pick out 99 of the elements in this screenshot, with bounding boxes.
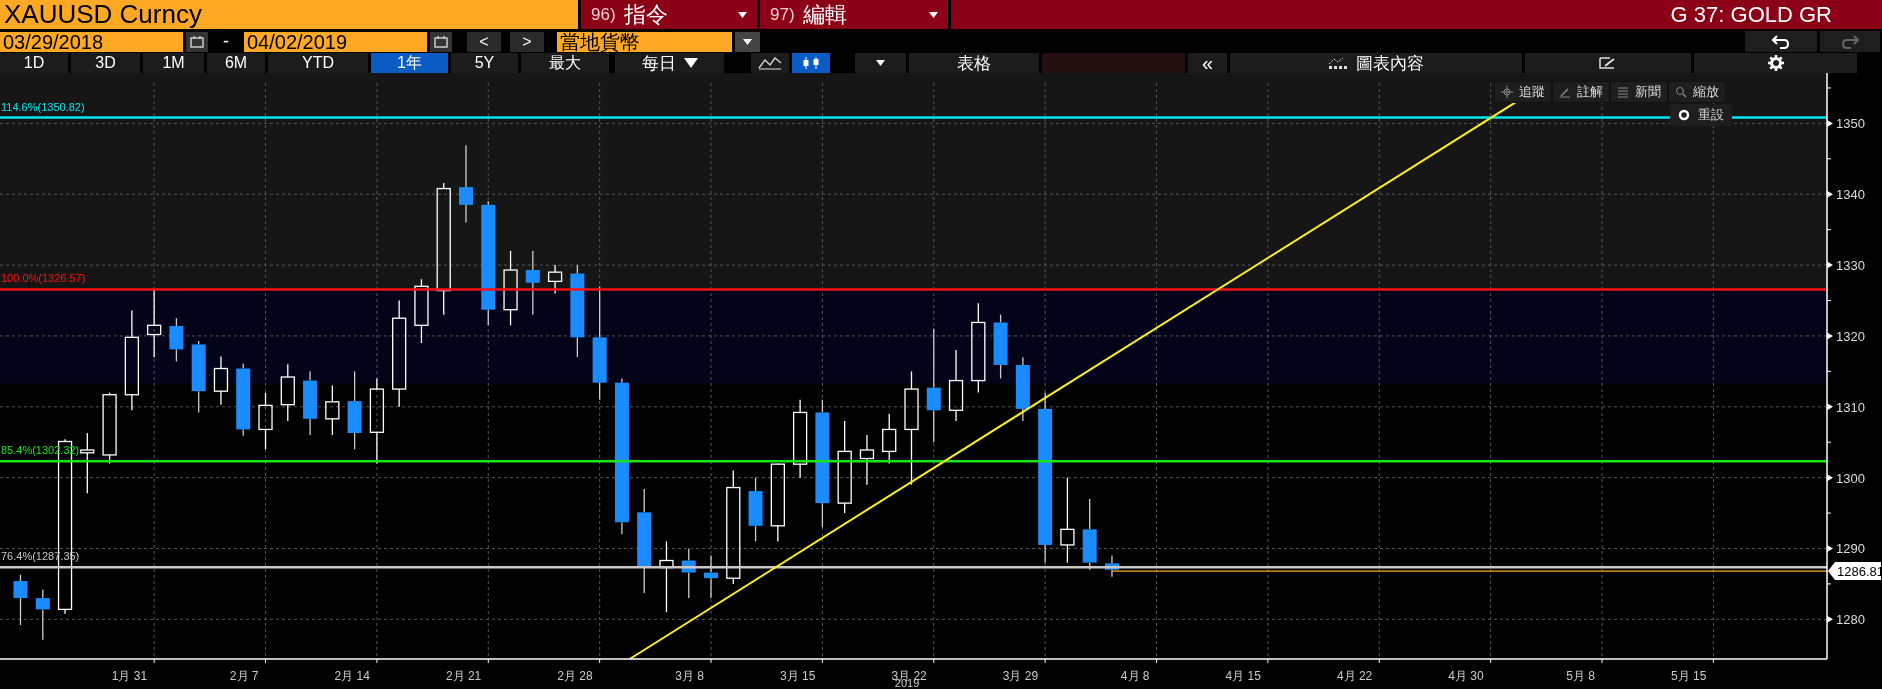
y-tick-label: 1310: [1836, 399, 1865, 415]
period-tab[interactable]: 5Y: [451, 53, 518, 73]
caret-icon: [683, 58, 698, 68]
candlestick: [547, 264, 563, 295]
candlestick: [882, 413, 897, 465]
candlestick: [859, 434, 875, 486]
x-tick-label: 3月 15: [780, 669, 816, 683]
x-tick-label: 2月 7: [229, 669, 259, 683]
x-tick-label: 2月 28: [557, 669, 593, 683]
candlestick: [280, 363, 295, 422]
period-tab[interactable]: YTD: [268, 53, 368, 73]
period-tab[interactable]: 1年: [371, 53, 448, 73]
x-tick-label: 4月 8: [1120, 669, 1150, 683]
y-tick-label: 1320: [1836, 328, 1865, 344]
news-tool-button[interactable]: 新聞: [1611, 82, 1667, 102]
candlestick: [80, 432, 95, 494]
x-tick-label: 4月 22: [1336, 669, 1373, 683]
x-tick-label: 5月 8: [1566, 669, 1595, 683]
security-title: XAUUSD Curncy: [0, 0, 578, 29]
candlestick: [169, 317, 184, 363]
annotate-tool-button[interactable]: 註解: [1553, 82, 1609, 102]
pencil-icon: [1559, 86, 1571, 98]
candlestick: [993, 314, 1008, 380]
caret-icon: [743, 38, 752, 45]
previous-button[interactable]: <: [467, 31, 501, 52]
gear-icon: [1767, 55, 1784, 71]
caret-icon: [738, 11, 747, 18]
reset-button[interactable]: 重設: [1670, 104, 1732, 126]
y-tick-label: 1280: [1836, 612, 1865, 628]
calendar-icon[interactable]: [430, 31, 452, 52]
caret-icon: [876, 60, 885, 66]
edit-icon: [1599, 56, 1617, 70]
search-icon: [1675, 86, 1687, 98]
list-icon: [1617, 86, 1629, 98]
undo-button[interactable]: [1745, 31, 1817, 52]
y-tick-label: 1290: [1836, 541, 1865, 557]
menu-button[interactable]: 96) 指令: [581, 0, 757, 29]
crosshair-icon: [1501, 86, 1513, 98]
line-chart-button[interactable]: [751, 53, 789, 73]
crosshair-tool-button[interactable]: 追蹤: [1495, 82, 1551, 102]
candlestick: [147, 288, 162, 358]
candlestick: [704, 554, 718, 599]
candlestick: [325, 384, 340, 436]
candlestick: [414, 278, 429, 344]
settings-button[interactable]: [1694, 53, 1857, 73]
line-chart-icon: [758, 56, 782, 70]
start-date-field[interactable]: 03/29/2018: [0, 31, 183, 52]
collapse-button[interactable]: «: [1188, 53, 1227, 73]
date-separator: -: [222, 31, 230, 52]
candlestick: [681, 547, 696, 599]
candlestick: [213, 355, 229, 406]
x-tick-label: 2月 21: [445, 669, 482, 683]
table-button[interactable]: 表格: [909, 53, 1039, 73]
x-tick-label: 4月 15: [1225, 669, 1261, 683]
y-tick-label: 1350: [1836, 116, 1865, 132]
curved-arrow-icon: [1771, 33, 1791, 50]
curved-arrow-icon: [1840, 33, 1860, 50]
chart-content-button[interactable]: 圖表內容: [1230, 53, 1522, 73]
x-tick-label: 1月 31: [111, 669, 148, 683]
candlestick-icon: [803, 56, 819, 70]
period-tab[interactable]: 最大: [521, 53, 609, 73]
y-tick-label: 1340: [1836, 187, 1865, 203]
caret-icon: [929, 11, 938, 18]
level-label: 114.6%(1350.82): [1, 100, 85, 113]
x-tick-label: 3月 29: [1002, 669, 1039, 683]
zoom-tool-button[interactable]: 縮放: [1669, 82, 1725, 102]
calendar-icon[interactable]: [186, 31, 208, 52]
frequency-dropdown[interactable]: 每日: [615, 53, 724, 73]
menu-button[interactable]: 97) 編輯: [760, 0, 948, 29]
next-button[interactable]: >: [510, 31, 544, 52]
candlestick: [258, 391, 273, 450]
candlestick: [1104, 554, 1119, 578]
page-title: G 37: GOLD GR: [951, 0, 1882, 29]
chart-icon: [1328, 57, 1348, 69]
dropdown-button[interactable]: [855, 53, 906, 73]
candlestick: [748, 477, 763, 543]
currency-field[interactable]: 當地貨幣: [557, 31, 732, 52]
ring-icon: [1678, 109, 1690, 121]
period-tab[interactable]: 6M: [207, 53, 265, 73]
edit-button[interactable]: [1525, 53, 1691, 73]
candlestick: [1015, 356, 1030, 422]
end-date-field[interactable]: 04/02/2019: [244, 31, 427, 52]
x-tick-label: 4月 30: [1448, 669, 1484, 683]
x-tick-label: 2月 14: [334, 669, 370, 683]
dropdown-button[interactable]: [735, 31, 760, 52]
input-field[interactable]: [1042, 53, 1185, 73]
x-tick-label: 3月 8: [675, 669, 704, 683]
candlestick: [35, 588, 50, 641]
period-tab[interactable]: 3D: [71, 53, 140, 73]
candlestick: [303, 370, 318, 436]
candlestick: [525, 250, 540, 316]
x-tick-label: 5月 15: [1671, 669, 1707, 683]
candle-chart-button[interactable]: [792, 53, 830, 73]
y-tick-label: 1300: [1836, 470, 1865, 486]
period-tab[interactable]: 1M: [143, 53, 204, 73]
y-tick-label: 1330: [1836, 258, 1865, 274]
period-tab[interactable]: 1D: [0, 53, 68, 73]
level-label: 100.0%(1326.57): [1, 272, 86, 285]
candlestick: [13, 574, 28, 626]
